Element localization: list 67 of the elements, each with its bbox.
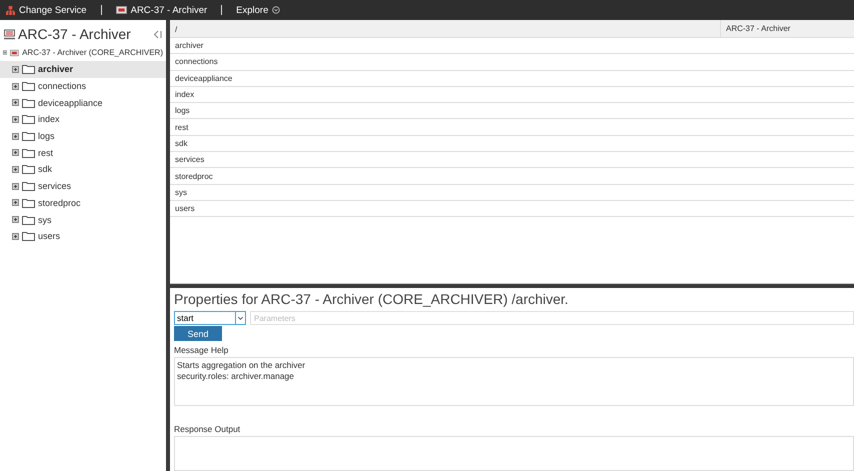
- table-cell: rest: [175, 122, 188, 132]
- table-cell: connections: [175, 57, 218, 66]
- table-cell: deviceappliance: [175, 74, 232, 83]
- tree-item[interactable]: services: [0, 178, 166, 194]
- expand-icon[interactable]: [12, 66, 19, 73]
- folder-icon: [22, 64, 35, 74]
- properties-title: Properties for ARC-37 - Archiver (CORE_ARCHIVER) /archiver.: [174, 291, 570, 307]
- message-field[interactable]: start: [174, 311, 235, 325]
- table-cell: sys: [175, 188, 187, 197]
- table-cell: services: [175, 155, 204, 164]
- tree-item[interactable]: users: [0, 228, 166, 245]
- nav-item[interactable]: ARC-37 - Archiver: [116, 4, 208, 16]
- folder-icon: [22, 198, 35, 208]
- folder-icon: [22, 214, 35, 225]
- tree-item[interactable]: sdk: [0, 161, 166, 178]
- folder-icon: [22, 131, 35, 142]
- expand-icon[interactable]: [12, 166, 19, 173]
- column-header[interactable]: ARC-37 - Archiver: [721, 24, 790, 33]
- tree-item[interactable]: index: [0, 111, 166, 128]
- tree-item[interactable]: archiver: [0, 61, 166, 78]
- folder-icon: [22, 164, 35, 174]
- collapse-icon[interactable]: [3, 49, 8, 56]
- device-icon: [10, 48, 20, 58]
- table-cell: sdk: [175, 138, 188, 148]
- field-label: Response Output: [174, 424, 242, 434]
- tree-item[interactable]: ARC-37 - Archiver (CORE_ARCHIVER): [0, 44, 166, 61]
- collapse-icon[interactable]: [153, 30, 162, 38]
- folder-icon: [22, 181, 35, 192]
- dropdown-button[interactable]: [235, 311, 246, 325]
- folder-icon: [22, 114, 35, 124]
- tree-item[interactable]: sys: [0, 211, 166, 228]
- table-cell: logs: [175, 106, 190, 116]
- nav-item[interactable]: Change Service: [6, 4, 87, 16]
- expand-icon[interactable]: [12, 99, 19, 106]
- tree-item[interactable]: logs: [0, 128, 166, 144]
- tree-item[interactable]: rest: [0, 144, 166, 162]
- expand-icon[interactable]: [12, 116, 19, 123]
- expand-icon[interactable]: [12, 132, 19, 140]
- table-cell: users: [175, 204, 195, 214]
- folder-icon: [22, 231, 35, 242]
- tree-item[interactable]: deviceappliance: [0, 94, 166, 112]
- table-cell: archiver: [175, 41, 204, 50]
- caret-icon: [272, 6, 280, 14]
- expand-icon[interactable]: [12, 182, 19, 190]
- tree-item[interactable]: connections: [0, 78, 166, 94]
- device-icon: [116, 6, 127, 14]
- expand-icon[interactable]: [12, 82, 19, 90]
- nav-item[interactable]: Explore: [236, 4, 280, 16]
- field-label: Message Help: [174, 345, 230, 355]
- expand-icon[interactable]: [12, 232, 19, 240]
- folder-icon: [22, 81, 35, 92]
- column-header[interactable]: /: [170, 24, 178, 34]
- sidebar-title: ARC-37 - Archiver: [18, 26, 132, 42]
- expand-icon[interactable]: [12, 149, 19, 156]
- tree-item[interactable]: storedproc: [0, 194, 166, 212]
- server-icon: [4, 28, 15, 40]
- expand-icon[interactable]: [12, 216, 19, 224]
- expand-icon[interactable]: [12, 199, 19, 206]
- help-text: Starts aggregation on the archiver: [177, 360, 306, 371]
- parameters-field[interactable]: Parameters: [250, 311, 854, 325]
- help-text: security.roles: archiver.manage: [177, 371, 296, 382]
- folder-icon: [22, 98, 35, 108]
- table-cell: index: [175, 90, 194, 100]
- send-button[interactable]: Send: [174, 326, 222, 341]
- network-icon: [6, 6, 15, 14]
- folder-icon: [22, 148, 35, 158]
- table-cell: storedproc: [175, 172, 213, 181]
